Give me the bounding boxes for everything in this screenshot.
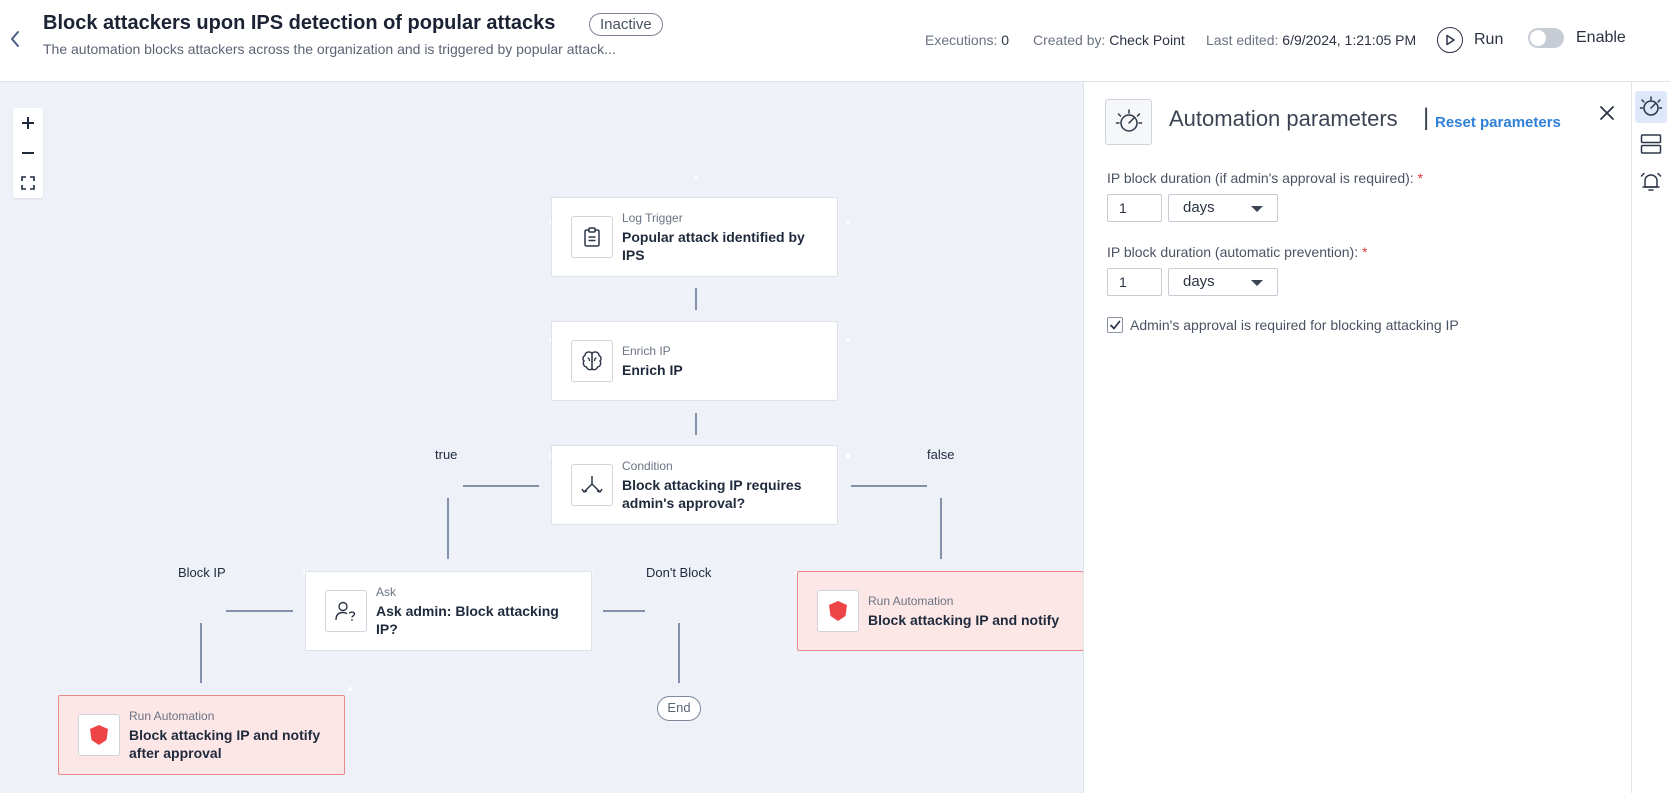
- clipboard-icon: [571, 216, 613, 258]
- edge-label-true: true: [435, 447, 458, 462]
- enable-toggle[interactable]: Enable: [1528, 28, 1626, 48]
- node-name: Ask admin: Block attacking IP?: [376, 602, 559, 637]
- checkbox-label: Admin's approval is required for blockin…: [1130, 317, 1459, 333]
- right-rail: [1632, 82, 1670, 793]
- shield-icon: [817, 590, 859, 632]
- brain-icon: [571, 340, 613, 382]
- field-label-text: IP block duration (automatic prevention)…: [1107, 244, 1359, 260]
- block-duration-automatic-input[interactable]: [1107, 268, 1162, 296]
- field-label-block-duration-automatic: IP block duration (automatic prevention)…: [1107, 244, 1367, 260]
- rail-alarm-button[interactable]: [1635, 166, 1667, 198]
- close-panel-button[interactable]: [1596, 102, 1618, 124]
- caret-down-icon: [1251, 206, 1263, 212]
- layout-rows-icon: [1640, 134, 1662, 154]
- select-value: days: [1183, 199, 1215, 216]
- node-run-automation-notify[interactable]: Run Automation Block attacking IP and no…: [797, 571, 1083, 651]
- created-by-label: Created by:: [1033, 32, 1106, 48]
- admin-approval-checkbox-row: Admin's approval is required for blockin…: [1107, 317, 1459, 333]
- close-icon: [1600, 106, 1614, 120]
- node-type: Run Automation: [868, 593, 954, 608]
- edge-label-dont-block: Don't Block: [646, 565, 712, 580]
- field-label-text: IP block duration (if admin's approval i…: [1107, 170, 1414, 186]
- reset-parameters-link[interactable]: Reset parameters: [1435, 114, 1561, 131]
- back-button[interactable]: [4, 26, 26, 52]
- node-type: Condition: [622, 458, 673, 473]
- panel-title-separator: |: [1423, 104, 1430, 131]
- node-name: Block attacking IP and notify: [868, 611, 1060, 628]
- workflow-connectors: [199, 175, 942, 744]
- node-condition[interactable]: Condition Block attacking IP requires ad…: [551, 445, 838, 525]
- edge-label-block-ip: Block IP: [178, 565, 226, 580]
- node-enrich-ip[interactable]: Enrich IP Enrich IP: [551, 321, 838, 401]
- node-type: Log Trigger: [622, 210, 683, 225]
- node-type: Run Automation: [129, 708, 215, 723]
- enable-label: Enable: [1576, 29, 1626, 46]
- run-label: Run: [1474, 31, 1504, 48]
- status-badge: Inactive: [589, 13, 663, 36]
- block-duration-approval-input[interactable]: [1107, 194, 1162, 222]
- automation-dial-icon: [1105, 99, 1152, 145]
- executions-value: 0: [1001, 32, 1010, 48]
- created-by-meta: Created by: Check Point: [1033, 32, 1185, 48]
- end-node[interactable]: End: [657, 696, 701, 721]
- play-icon: [1437, 27, 1463, 53]
- caret-down-icon: [1251, 280, 1263, 286]
- last-edited-value: 6/9/2024, 1:21:05 PM: [1282, 32, 1417, 48]
- alarm-bell-icon: [1640, 172, 1662, 191]
- node-name: Block attacking IP requires admin's appr…: [622, 476, 802, 511]
- node-log-trigger[interactable]: Log Trigger Popular attack identified by…: [551, 197, 838, 277]
- node-type: Ask: [376, 584, 397, 599]
- node-name: Enrich IP: [622, 361, 683, 378]
- run-button[interactable]: Run: [1437, 26, 1503, 54]
- node-run-automation-after-approval[interactable]: Run Automation Block attacking IP and no…: [58, 695, 345, 775]
- block-duration-automatic-unit-select[interactable]: days: [1168, 268, 1278, 296]
- header: Block attackers upon IPS detection of po…: [0, 0, 1670, 82]
- automation-dial-icon: [1639, 96, 1663, 116]
- block-duration-approval-unit-select[interactable]: days: [1168, 194, 1278, 222]
- executions-label: Executions:: [925, 32, 998, 48]
- executions-meta: Executions: 0: [925, 32, 1009, 48]
- last-edited-meta: Last edited: 6/9/2024, 1:21:05 PM: [1206, 32, 1416, 48]
- workflow-canvas[interactable]: true false Block IP Don't Block Log Trig…: [0, 82, 1083, 793]
- admin-approval-checkbox[interactable]: [1107, 317, 1123, 333]
- node-name: Popular attack identified by IPS: [622, 228, 805, 263]
- last-edited-label: Last edited:: [1206, 32, 1279, 48]
- node-ask[interactable]: Ask Ask admin: Block attacking IP?: [305, 571, 592, 651]
- shield-icon: [78, 714, 120, 756]
- node-type: Enrich IP: [622, 343, 671, 358]
- rail-layout-button[interactable]: [1635, 128, 1667, 160]
- rail-automation-parameters-button[interactable]: [1635, 91, 1667, 123]
- checkmark-icon: [1110, 320, 1121, 330]
- required-mark: *: [1417, 170, 1424, 186]
- automation-parameters-panel: Automation parameters | Reset parameters…: [1083, 82, 1632, 793]
- toggle-switch[interactable]: [1528, 28, 1564, 48]
- user-question-icon: [325, 590, 367, 632]
- node-name: Block attacking IP and notify after appr…: [129, 726, 321, 761]
- created-by-value: Check Point: [1109, 32, 1185, 48]
- page-subtitle: The automation blocks attackers across t…: [43, 41, 616, 57]
- required-mark: *: [1362, 244, 1368, 260]
- edge-label-false: false: [927, 447, 955, 462]
- field-label-block-duration-approval: IP block duration (if admin's approval i…: [1107, 170, 1423, 186]
- page-title: Block attackers upon IPS detection of po…: [43, 12, 556, 34]
- select-value: days: [1183, 273, 1215, 290]
- split-icon: [571, 464, 613, 506]
- toggle-knob: [1530, 30, 1546, 46]
- panel-title: Automation parameters: [1169, 106, 1398, 131]
- chevron-left-icon: [11, 31, 19, 47]
